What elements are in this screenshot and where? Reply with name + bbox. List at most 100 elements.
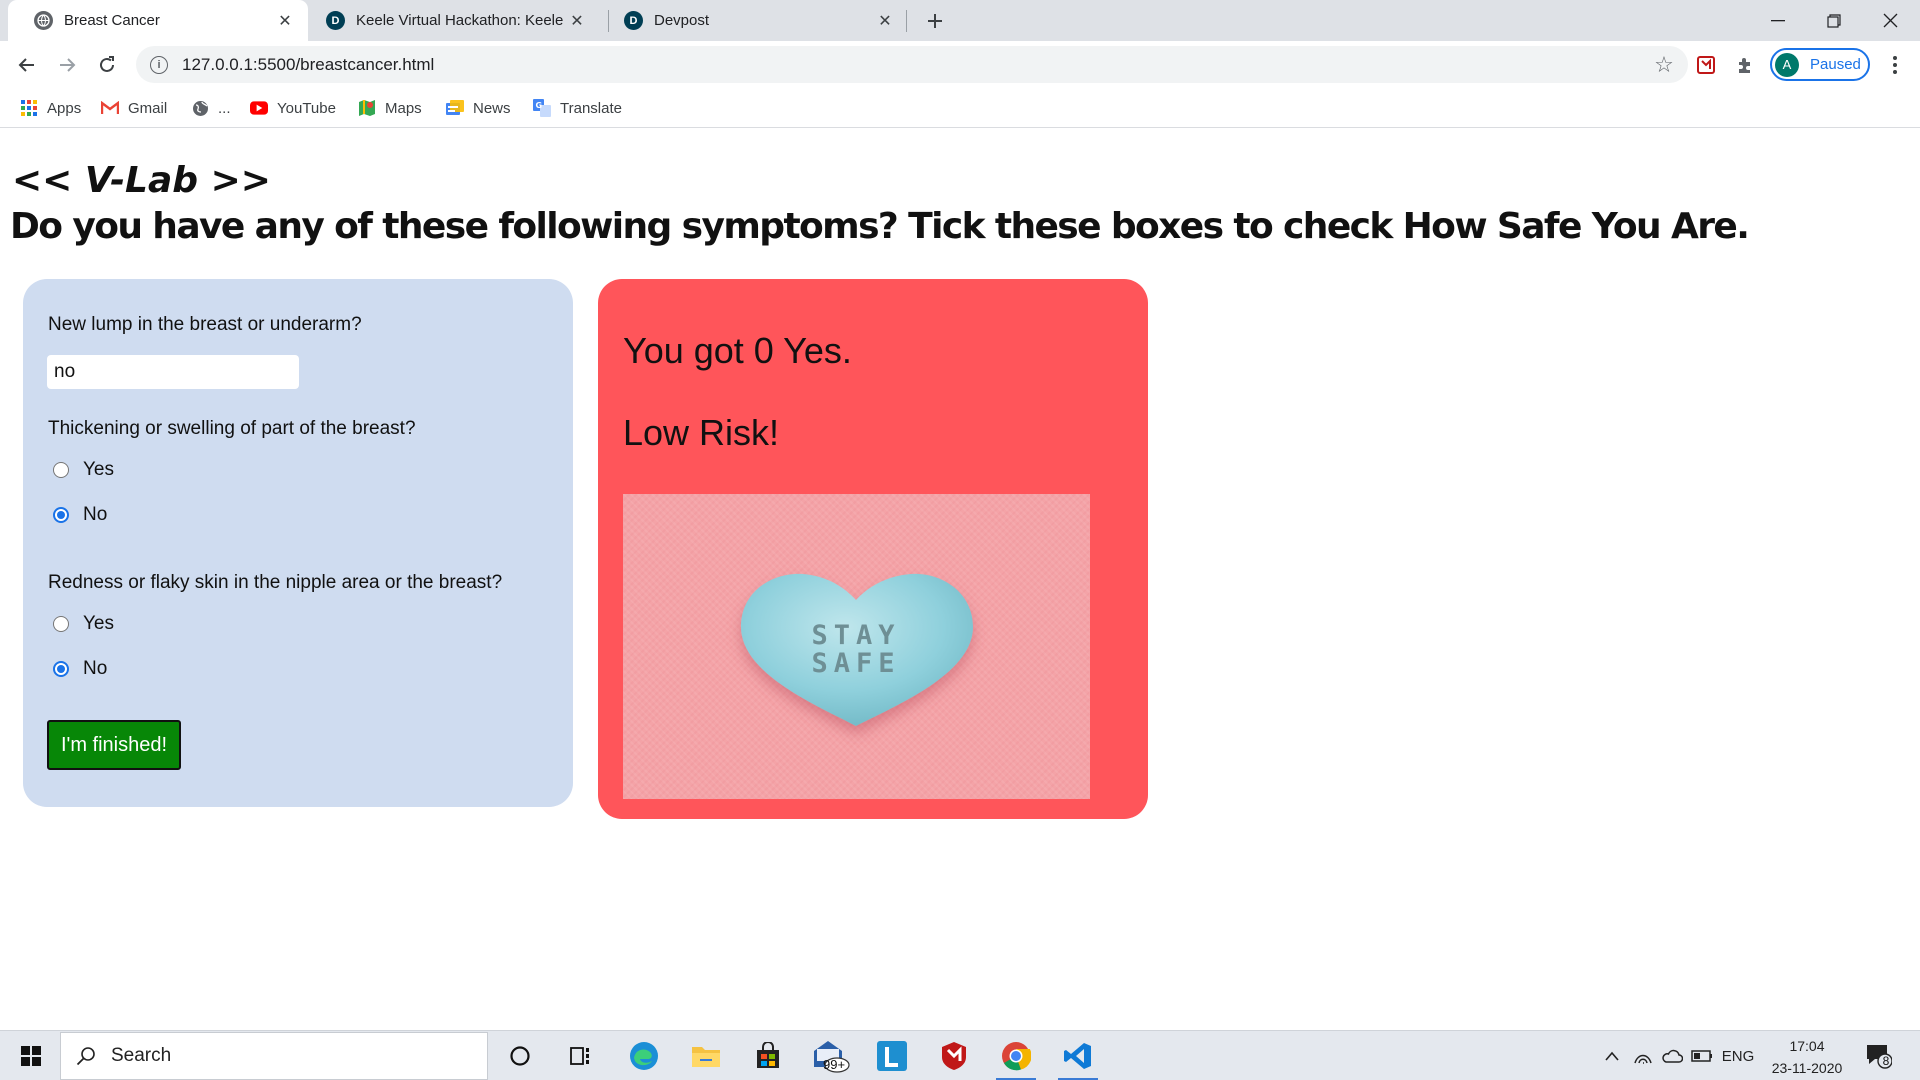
- radio-label: No: [83, 504, 108, 525]
- l-app-button[interactable]: [866, 1034, 918, 1078]
- tab-devpost[interactable]: D Devpost ✕: [598, 0, 908, 41]
- info-icon[interactable]: i: [150, 55, 168, 74]
- close-window-button[interactable]: [1862, 0, 1918, 41]
- onedrive-button[interactable]: [1658, 1031, 1686, 1080]
- result-panel: You got 0 Yes. Low Risk! STAY SAFE: [598, 279, 1148, 819]
- heart-caption-line2: SAFE: [811, 648, 900, 679]
- folder-icon: [692, 1047, 720, 1067]
- chevron-up-icon: [1605, 1051, 1619, 1061]
- tab-breast-cancer[interactable]: Breast Cancer ✕: [8, 0, 308, 41]
- mail-app-button[interactable]: 99+: [804, 1034, 856, 1078]
- vscode-app-button[interactable]: [1052, 1034, 1104, 1080]
- taskbar-search-box[interactable]: Search: [60, 1032, 488, 1080]
- radio-button[interactable]: [53, 462, 69, 478]
- url-text[interactable]: 127.0.0.1:5500/breastcancer.html: [182, 55, 1648, 75]
- heart-caption-line1: STAY: [811, 620, 900, 651]
- bookmark-globe[interactable]: ...: [191, 96, 231, 120]
- battery-button[interactable]: [1689, 1031, 1715, 1080]
- new-tab-button[interactable]: [920, 6, 950, 36]
- bookmark-maps[interactable]: Maps: [358, 96, 422, 120]
- reload-button[interactable]: [91, 49, 123, 81]
- question-2-label: Thickening or swelling of part of the br…: [48, 418, 416, 439]
- mail-badge: 99+: [823, 1057, 846, 1072]
- question-1-answer-input[interactable]: [47, 355, 299, 389]
- kebab-menu-icon: [1893, 56, 1897, 74]
- bookmark-apps[interactable]: Apps: [20, 96, 81, 120]
- cloud-icon: [1662, 1049, 1683, 1063]
- close-icon[interactable]: ✕: [274, 10, 296, 32]
- candy-heart-icon: STAY SAFE: [741, 573, 973, 726]
- youtube-icon: [250, 99, 268, 117]
- wifi-icon: [1634, 1054, 1652, 1064]
- question-1-label: New lump in the breast or underarm?: [48, 314, 362, 335]
- profile-button[interactable]: A Paused: [1770, 48, 1870, 81]
- bookmark-label: Apps: [47, 99, 82, 117]
- apps-grid-icon: [20, 99, 38, 117]
- bookmark-label: YouTube: [277, 99, 336, 117]
- network-button[interactable]: [1630, 1031, 1656, 1080]
- radio-button[interactable]: [53, 616, 69, 632]
- restore-icon: [1827, 13, 1841, 28]
- bookmark-news[interactable]: News: [446, 96, 511, 120]
- mcafee-app-button[interactable]: [928, 1034, 980, 1078]
- chrome-app-button[interactable]: [990, 1034, 1042, 1080]
- notification-center-button[interactable]: 8: [1864, 1041, 1896, 1073]
- back-button[interactable]: [11, 49, 43, 81]
- page-logo: << V-Lab >>: [12, 160, 271, 201]
- devpost-icon: D: [624, 11, 643, 30]
- windows-logo-icon: [21, 1046, 41, 1066]
- file-explorer-button[interactable]: [680, 1034, 732, 1078]
- battery-icon: [1691, 1050, 1712, 1062]
- gmail-icon: [101, 99, 119, 117]
- symptom-quiz-panel: New lump in the breast or underarm? Thic…: [23, 279, 573, 807]
- start-button[interactable]: [10, 1041, 52, 1071]
- bookmark-gmail[interactable]: Gmail: [101, 96, 167, 120]
- close-icon[interactable]: ✕: [566, 10, 588, 32]
- tab-keele-hackathon[interactable]: D Keele Virtual Hackathon: Keele H ✕: [300, 0, 600, 41]
- maps-icon: [358, 99, 376, 117]
- clock[interactable]: 17:04 23-11-2020: [1762, 1035, 1852, 1079]
- question-3-yes-radio[interactable]: Yes: [53, 613, 114, 635]
- language-indicator[interactable]: ENG: [1718, 1031, 1758, 1080]
- browser-tab-bar: Breast Cancer ✕ D Keele Virtual Hackatho…: [0, 0, 1920, 41]
- puzzle-icon: [1739, 58, 1750, 73]
- browser-toolbar: i 127.0.0.1:5500/breastcancer.html ☆ A P…: [0, 41, 1920, 88]
- profile-status: Paused: [1810, 56, 1861, 73]
- plus-icon: [928, 14, 942, 28]
- windows-taskbar: Search 99+ ENG 17:04 23-11-2020 8: [0, 1030, 1920, 1080]
- minimize-button[interactable]: [1750, 0, 1806, 41]
- address-bar[interactable]: i 127.0.0.1:5500/breastcancer.html ☆: [136, 46, 1688, 83]
- globe-icon: [191, 99, 209, 117]
- bookmark-star-icon[interactable]: ☆: [1648, 52, 1680, 78]
- notification-count: 8: [1882, 1054, 1890, 1068]
- svg-text:G: G: [536, 101, 543, 110]
- tab-title: Keele Virtual Hackathon: Keele H: [356, 12, 566, 29]
- edge-app-button[interactable]: [618, 1034, 670, 1078]
- question-2-yes-radio[interactable]: Yes: [53, 459, 114, 481]
- browser-menu-button[interactable]: [1882, 49, 1908, 81]
- finish-button[interactable]: I'm finished!: [47, 720, 181, 770]
- bookmark-translate[interactable]: G Translate: [533, 96, 622, 120]
- page-heading: Do you have any of these following sympt…: [10, 206, 1750, 247]
- search-placeholder: Search: [111, 1045, 172, 1066]
- radio-label: Yes: [83, 613, 114, 634]
- close-icon[interactable]: ✕: [874, 10, 896, 32]
- forward-button[interactable]: [51, 49, 83, 81]
- search-icon: [75, 1045, 97, 1067]
- shopping-bag-icon: [757, 1042, 779, 1068]
- task-view-button[interactable]: [556, 1034, 608, 1078]
- yes-count-text: You got 0 Yes.: [623, 330, 852, 371]
- back-arrow-icon: [18, 58, 34, 72]
- cortana-button[interactable]: [494, 1034, 546, 1078]
- extensions-button[interactable]: [1732, 51, 1760, 79]
- question-3-no-radio[interactable]: No: [53, 658, 107, 680]
- show-hidden-icons-button[interactable]: [1600, 1031, 1624, 1080]
- close-icon: [1883, 13, 1897, 28]
- radio-button[interactable]: [53, 661, 69, 677]
- bookmark-youtube[interactable]: YouTube: [250, 96, 336, 120]
- restore-button[interactable]: [1806, 0, 1862, 41]
- radio-button[interactable]: [53, 507, 69, 523]
- mcafee-extension-button[interactable]: [1692, 51, 1720, 79]
- question-2-no-radio[interactable]: No: [53, 504, 107, 526]
- store-app-button[interactable]: [742, 1034, 794, 1078]
